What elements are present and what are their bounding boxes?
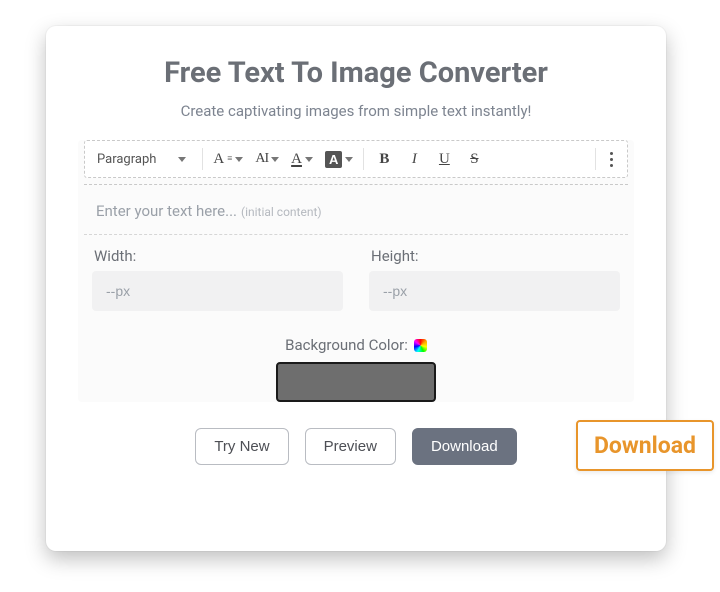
- italic-button[interactable]: I: [400, 145, 428, 173]
- height-label: Height:: [371, 247, 620, 265]
- try-new-button[interactable]: Try New: [195, 428, 288, 465]
- initial-content-note: (initial content): [241, 205, 322, 219]
- text-placeholder: Enter your text here...: [96, 202, 237, 220]
- width-group: Width:: [92, 239, 343, 311]
- page-title: Free Text To Image Converter: [78, 56, 634, 90]
- preview-button[interactable]: Preview: [305, 428, 396, 465]
- chevron-down-icon: [345, 157, 353, 162]
- chevron-down-icon: [271, 157, 279, 162]
- chevron-down-icon: [305, 157, 313, 162]
- font-size-button[interactable]: A≡: [209, 145, 247, 173]
- text-input[interactable]: Enter your text here... (initial content…: [84, 187, 628, 234]
- format-group: B I U S: [370, 145, 488, 173]
- dimensions-row: Width: Height:: [84, 234, 628, 321]
- color-wheel-icon: [414, 339, 427, 352]
- bold-button[interactable]: B: [370, 145, 398, 173]
- underline-button[interactable]: U: [430, 145, 458, 173]
- bg-color-group: Background Color:: [78, 335, 634, 402]
- editor-toolbar: Paragraph A≡ AI A A B: [84, 140, 628, 178]
- converter-card: Free Text To Image Converter Create capt…: [46, 26, 666, 551]
- download-callout: Download: [576, 420, 714, 471]
- button-row: Try New Preview Download: [78, 428, 634, 465]
- strike-button[interactable]: S: [460, 145, 488, 173]
- editor-area: Paragraph A≡ AI A A B: [78, 140, 634, 402]
- toolbar-more: [593, 148, 621, 171]
- chevron-down-icon: [178, 157, 186, 162]
- block-type-select[interactable]: Paragraph: [91, 148, 192, 171]
- block-type-label: Paragraph: [97, 152, 156, 167]
- letter-case-button[interactable]: AI: [251, 145, 283, 173]
- chevron-down-icon: [235, 157, 243, 162]
- height-group: Height:: [369, 239, 620, 311]
- toolbar-divider: [595, 148, 596, 170]
- height-input[interactable]: [369, 271, 620, 311]
- text-color-button[interactable]: A: [287, 145, 317, 173]
- width-input[interactable]: [92, 271, 343, 311]
- more-options-button[interactable]: [602, 148, 621, 171]
- bg-color-swatch[interactable]: [276, 362, 436, 402]
- toolbar-divider: [202, 148, 203, 170]
- page-subtitle: Create captivating images from simple te…: [78, 102, 634, 120]
- download-button[interactable]: Download: [412, 428, 517, 465]
- highlight-button[interactable]: A: [321, 145, 357, 173]
- toolbar-divider: [363, 148, 364, 170]
- bg-color-label: Background Color:: [285, 336, 427, 354]
- width-label: Width:: [94, 247, 343, 265]
- divider: [84, 184, 628, 185]
